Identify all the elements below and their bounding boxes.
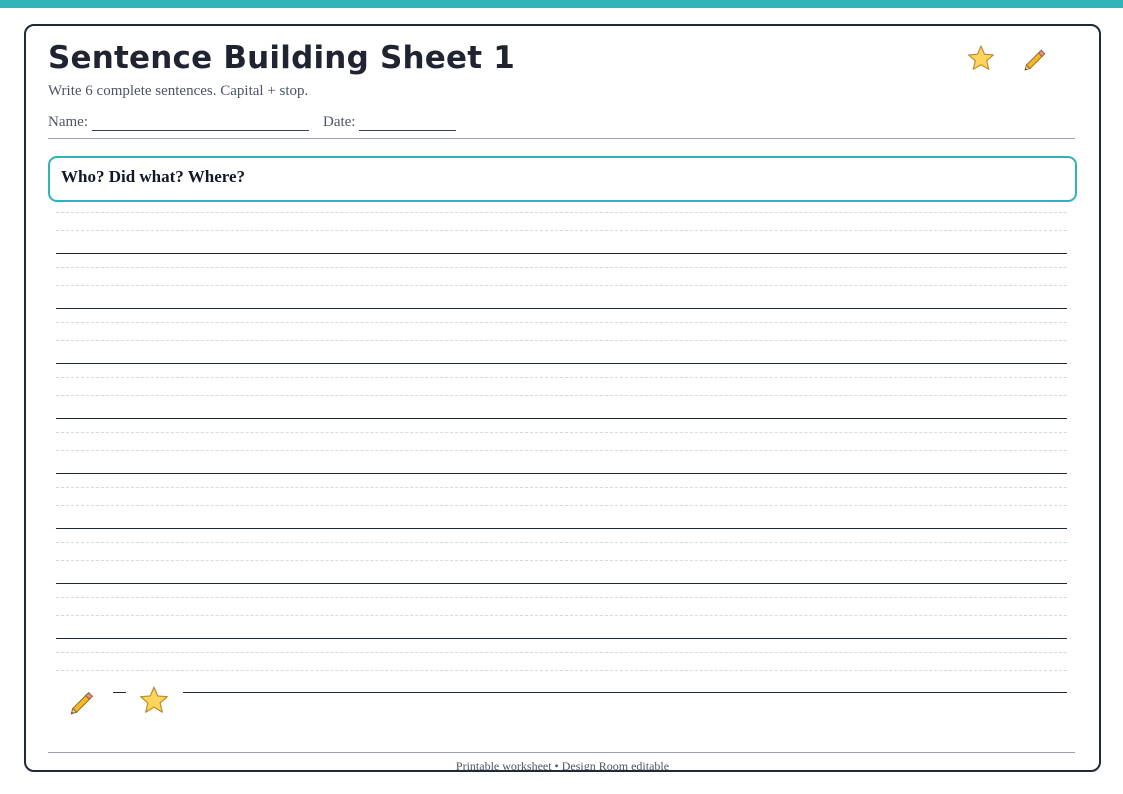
writing-baseline[interactable] [56, 638, 1067, 639]
writing-baseline[interactable] [56, 583, 1067, 584]
prompt-box: Who? Did what? Where? [48, 156, 1077, 202]
writing-baseline[interactable] [56, 473, 1067, 474]
writing-baseline[interactable] [56, 363, 1067, 364]
guide-line-mid [56, 395, 1067, 396]
guide-line-top [56, 487, 1067, 488]
guide-line-mid [56, 230, 1067, 231]
name-label: Name: [48, 114, 88, 130]
name-blank-line[interactable] [91, 115, 309, 131]
header-divider [48, 138, 1075, 139]
guide-line-mid [56, 615, 1067, 616]
guide-line-top [56, 322, 1067, 323]
prompt-text: Who? Did what? Where? [61, 167, 246, 186]
writing-baseline[interactable] [56, 418, 1067, 419]
writing-baseline[interactable] [56, 253, 1067, 254]
guide-line-mid [56, 560, 1067, 561]
guide-line-bottom [56, 670, 1067, 671]
worksheet-card: Sentence Building Sheet 1 Write 6 comple… [24, 24, 1101, 772]
guide-line-bottom [56, 652, 1067, 653]
guide-line-mid [56, 340, 1067, 341]
date-blank-line[interactable] [359, 115, 457, 131]
star-icon [968, 45, 994, 70]
name-date-row: Name: Date: [48, 114, 457, 131]
guide-line-top [56, 597, 1067, 598]
guide-line-top [56, 377, 1067, 378]
date-label: Date: [322, 114, 356, 130]
footer-short-dash [113, 692, 126, 693]
guide-line-top [56, 432, 1067, 433]
writing-baseline[interactable] [56, 528, 1067, 529]
guide-line-top [56, 267, 1067, 268]
footer-divider [48, 752, 1075, 753]
writing-baseline[interactable] [56, 308, 1067, 309]
pencil-icon [70, 691, 94, 715]
page-title: Sentence Building Sheet 1 [48, 40, 515, 76]
pencil-icon [1024, 49, 1046, 71]
instructions-text: Write 6 complete sentences. Capital + st… [48, 83, 309, 99]
star-icon [140, 686, 168, 713]
top-accent-bar [0, 0, 1123, 8]
guide-line-top [56, 542, 1067, 543]
guide-line-mid [56, 285, 1067, 286]
footer-note: Printable worksheet • Design Room editab… [455, 759, 670, 772]
guide-line-mid [56, 450, 1067, 451]
guide-line-mid [56, 505, 1067, 506]
guide-line-top [56, 212, 1067, 213]
footer-writing-line[interactable] [183, 692, 1067, 693]
